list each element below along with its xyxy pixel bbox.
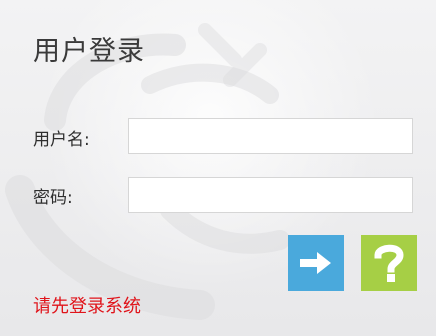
username-input[interactable] [128,118,413,154]
help-button[interactable] [361,235,417,291]
arrow-right-icon [300,252,331,274]
page-title: 用户登录 [33,36,145,67]
login-button[interactable] [288,235,344,291]
login-message: 请先登录系统 [33,296,141,317]
login-panel: 用户登录 用户名: 密码: 请先登录系统 [0,0,436,336]
question-mark-icon [374,244,404,282]
password-input[interactable] [128,177,413,213]
username-label: 用户名: [33,130,90,150]
password-label: 密码: [33,188,73,208]
